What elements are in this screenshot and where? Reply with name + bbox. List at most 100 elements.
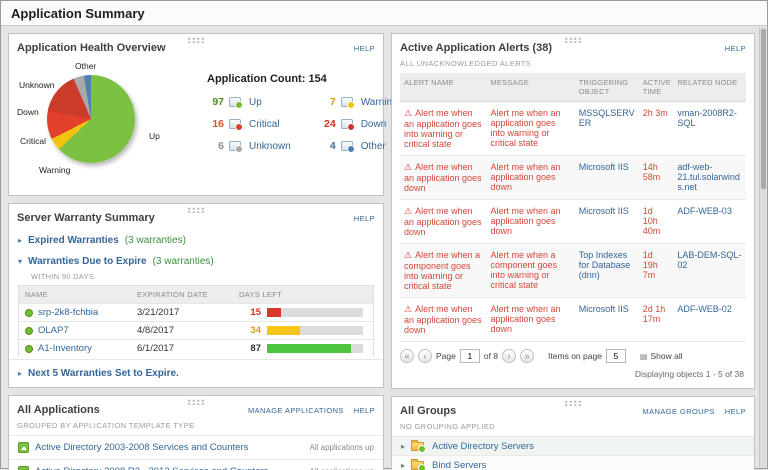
column-triggering-object: TRIGGERING OBJECT: [575, 73, 639, 102]
up-status-icon: [25, 345, 33, 353]
application-down-icon: [341, 119, 353, 129]
group-link[interactable]: Bind Servers: [432, 460, 486, 470]
expired-warranties-row[interactable]: ▸ Expired Warranties (3 warranties): [9, 229, 383, 250]
application-row[interactable]: Active Directory 2003-2008 Services and …: [9, 435, 383, 459]
due-to-expire-link[interactable]: Warranties Due to Expire: [28, 256, 147, 267]
warranty-row: srp-2k8-fchbia 3/21/2017 15: [19, 303, 373, 321]
alert-name-link[interactable]: Alert me when an application goes into w…: [404, 108, 482, 149]
alerts-table: ALERT NAME MESSAGE TRIGGERING OBJECT ACT…: [400, 73, 746, 342]
stat-other-link[interactable]: Other: [361, 141, 386, 152]
drag-handle-icon[interactable]: [187, 207, 205, 213]
warning-triangle-icon: ⚠: [404, 206, 412, 216]
stat-count: 4: [319, 140, 336, 152]
stat-up: 97 Up: [207, 96, 291, 108]
group-folder-icon: [411, 442, 424, 451]
server-link[interactable]: OLAP7: [38, 325, 69, 336]
alert-message: Alert me when a component goes into warn…: [487, 244, 575, 298]
alerts-table-header: ALERT NAME MESSAGE TRIGGERING OBJECT ACT…: [400, 73, 746, 102]
drag-handle-icon[interactable]: [564, 400, 582, 406]
drag-handle-icon[interactable]: [187, 399, 205, 405]
help-link[interactable]: HELP: [354, 406, 375, 415]
help-link[interactable]: HELP: [725, 44, 746, 53]
triggering-object-link[interactable]: Top Indexes for Database (dnn): [579, 250, 631, 280]
next-warranties-row[interactable]: ▸ Next 5 Warranties Set to Expire.: [9, 359, 383, 387]
alert-name-link[interactable]: Alert me when an application goes down: [404, 162, 482, 193]
triggering-object-link[interactable]: Microsoft IIS: [579, 162, 629, 172]
expired-warranties-link[interactable]: Expired Warranties: [28, 235, 119, 246]
days-left-bar-fill: [267, 308, 281, 317]
expired-warranties-count: (3 warranties): [125, 235, 186, 246]
next-page-button[interactable]: ›: [502, 349, 516, 363]
application-summary-page: { "page": { "title": "Application Summar…: [0, 0, 768, 469]
items-per-page-input[interactable]: [606, 349, 626, 363]
application-link[interactable]: Active Directory 2008 R2 - 2012 Services…: [35, 466, 268, 470]
application-other-icon: [341, 141, 353, 151]
stat-up-link[interactable]: Up: [249, 97, 262, 108]
application-status-text: All applications up: [310, 443, 374, 452]
active-time: 2h 3m: [639, 102, 674, 156]
alert-name-link[interactable]: Alert me when an application goes down: [404, 206, 482, 237]
next-warranties-link[interactable]: Next 5 Warranties Set to Expire.: [28, 368, 179, 379]
application-row[interactable]: Active Directory 2008 R2 - 2012 Services…: [9, 459, 383, 470]
stat-count: 16: [207, 118, 224, 130]
due-to-expire-row[interactable]: ▾ Warranties Due to Expire (3 warranties…: [9, 250, 383, 271]
group-link[interactable]: Active Directory Servers: [432, 441, 534, 452]
group-row[interactable]: ▸ Bind Servers: [392, 455, 754, 470]
show-all-button[interactable]: ▤ Show all: [640, 351, 683, 361]
related-node-link[interactable]: vman-2008R2-SQL: [677, 108, 737, 128]
days-left-bar: [263, 341, 373, 356]
page-number-input[interactable]: [460, 349, 480, 363]
dashboard-content: Application Health Overview HELP Other U…: [1, 26, 767, 470]
previous-page-button[interactable]: ‹: [418, 349, 432, 363]
last-page-button[interactable]: »: [520, 349, 534, 363]
triggering-object-link[interactable]: Microsoft IIS: [579, 304, 629, 314]
related-node-link[interactable]: ADF-WEB-02: [677, 304, 732, 314]
pie-label-critical: Critical: [20, 136, 46, 146]
unacknowledged-alerts-label: ALL UNACKNOWLEDGED ALERTS: [392, 59, 754, 73]
stat-unknown-link[interactable]: Unknown: [249, 141, 291, 152]
related-node-link[interactable]: LAB-DEM-SQL-02: [677, 250, 741, 270]
drag-handle-icon[interactable]: [187, 37, 205, 43]
stat-critical-link[interactable]: Critical: [249, 119, 280, 130]
right-column: Active Application Alerts (38) HELP ALL …: [391, 33, 755, 463]
displaying-objects-text: Displaying objects 1 - 5 of 38: [392, 365, 754, 388]
column-alert-name: ALERT NAME: [400, 73, 487, 102]
health-pie: [47, 75, 135, 163]
alert-message: Alert me when an application goes into w…: [487, 102, 575, 156]
help-link[interactable]: HELP: [725, 407, 746, 416]
alert-row: ⚠Alert me when a component goes into war…: [400, 244, 746, 298]
chevron-right-icon: ▸: [18, 236, 22, 245]
scrollbar-thumb[interactable]: [761, 29, 766, 189]
application-critical-icon: [229, 119, 241, 129]
stat-down: 24 Down: [319, 118, 398, 130]
stat-other: 4 Other: [319, 140, 398, 152]
column-expiration-date: EXPIRATION DATE: [131, 286, 233, 303]
column-days-left: DAYS LEFT: [233, 286, 373, 303]
server-link[interactable]: A1-Inventory: [38, 343, 92, 354]
days-left-bar: [263, 323, 373, 338]
health-legend: Application Count: 154 97 Up 7 Warning: [207, 61, 398, 183]
manage-applications-link[interactable]: MANAGE APPLICATIONS: [248, 406, 344, 415]
alert-message: Alert me when an application goes down: [487, 298, 575, 342]
alert-row: ⚠Alert me when an application goes down …: [400, 200, 746, 244]
days-left-value: 15: [233, 304, 263, 321]
server-link[interactable]: srp-2k8-fchbia: [38, 307, 98, 318]
alert-name-link[interactable]: Alert me when a component goes into warn…: [404, 250, 480, 291]
alert-message: Alert me when an application goes down: [487, 200, 575, 244]
stat-unknown: 6 Unknown: [207, 140, 291, 152]
vertical-scrollbar[interactable]: [759, 27, 766, 467]
group-row[interactable]: ▸ Active Directory Servers: [392, 436, 754, 455]
manage-groups-link[interactable]: MANAGE GROUPS: [643, 407, 715, 416]
stat-down-link[interactable]: Down: [361, 119, 387, 130]
related-node-link[interactable]: ADF-WEB-03: [677, 206, 732, 216]
related-node-link[interactable]: adf-web-21.tul.solarwinds.net: [677, 162, 740, 192]
stat-count: 6: [207, 140, 224, 152]
first-page-button[interactable]: «: [400, 349, 414, 363]
alert-name-link[interactable]: Alert me when an application goes down: [404, 304, 482, 335]
triggering-object-link[interactable]: Microsoft IIS: [579, 206, 629, 216]
triggering-object-link[interactable]: MSSQLSERVER: [579, 108, 635, 128]
help-link[interactable]: HELP: [354, 44, 375, 53]
application-link[interactable]: Active Directory 2003-2008 Services and …: [35, 442, 248, 453]
help-link[interactable]: HELP: [354, 214, 375, 223]
drag-handle-icon[interactable]: [564, 37, 582, 43]
